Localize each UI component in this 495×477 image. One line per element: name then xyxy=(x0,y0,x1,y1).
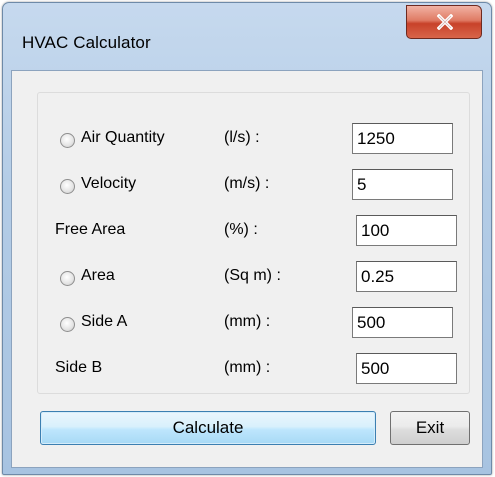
field-row-velocity: Velocity (m/s) : xyxy=(38,169,468,209)
side-a-unit: (mm) : xyxy=(224,313,271,330)
area-label: Area xyxy=(81,267,115,284)
close-icon xyxy=(437,14,453,30)
side-a-label: Side A xyxy=(81,313,128,330)
velocity-unit: (m/s) : xyxy=(224,175,270,192)
free-area-unit: (%) : xyxy=(224,221,258,238)
air-quantity-label: Air Quantity xyxy=(81,129,165,146)
air-quantity-radio[interactable] xyxy=(60,133,75,148)
side-b-label: Side B xyxy=(55,359,103,376)
side-b-unit: (mm) : xyxy=(224,359,271,376)
side-a-input[interactable] xyxy=(352,307,453,338)
client-area: Air Quantity (l/s) : Velocity (m/s) : Fr… xyxy=(11,70,483,468)
window-title: HVAC Calculator xyxy=(22,33,151,52)
area-unit: (Sq m) : xyxy=(224,267,281,284)
side-a-radio[interactable] xyxy=(60,317,75,332)
velocity-input[interactable] xyxy=(352,169,453,200)
field-row-free-area: Free Area (%) : xyxy=(38,215,468,255)
exit-button[interactable]: Exit xyxy=(390,411,470,445)
air-quantity-input[interactable] xyxy=(352,123,453,154)
field-row-side-b: Side B (mm) : xyxy=(38,353,468,393)
free-area-label: Free Area xyxy=(55,221,126,238)
side-b-input[interactable] xyxy=(356,353,457,384)
free-area-input[interactable] xyxy=(356,215,457,246)
calculate-button[interactable]: Calculate xyxy=(40,411,376,445)
area-radio[interactable] xyxy=(60,271,75,286)
air-quantity-unit: (l/s) : xyxy=(224,129,260,146)
field-row-area: Area (Sq m) : xyxy=(38,261,468,301)
field-row-air-quantity: Air Quantity (l/s) : xyxy=(38,123,468,163)
close-button[interactable] xyxy=(406,5,482,39)
area-input[interactable] xyxy=(356,261,457,292)
fields-group: Air Quantity (l/s) : Velocity (m/s) : Fr… xyxy=(37,92,470,394)
field-row-side-a: Side A (mm) : xyxy=(38,307,468,347)
velocity-radio[interactable] xyxy=(60,179,75,194)
velocity-label: Velocity xyxy=(81,175,137,192)
app-window: HVAC Calculator Air Quantity (l/s) : Vel… xyxy=(2,2,492,475)
